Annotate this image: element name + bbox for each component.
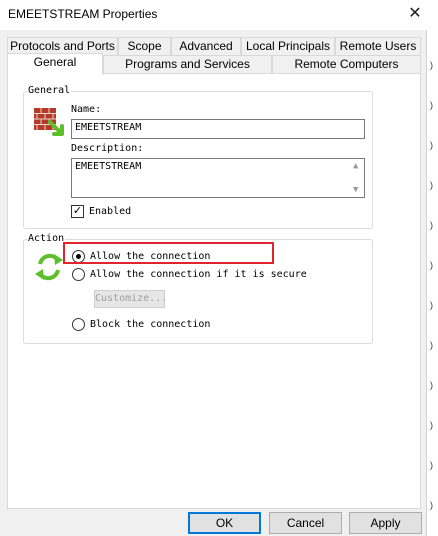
- tab-scope[interactable]: Scope: [118, 37, 171, 56]
- checkmark-icon: ✓: [72, 205, 83, 217]
- name-input[interactable]: EMEETSTREAM: [71, 119, 365, 139]
- scroll-up-icon[interactable]: ▲: [353, 161, 358, 171]
- scroll-down-icon[interactable]: ▼: [353, 185, 358, 195]
- description-label: Description:: [71, 143, 144, 154]
- allow-if-secure-radio[interactable]: [72, 268, 85, 281]
- tab-remote-users[interactable]: Remote Users: [335, 37, 421, 56]
- tab-advanced[interactable]: Advanced: [171, 37, 241, 56]
- firewall-icon: [34, 108, 64, 136]
- tab-remote-computers[interactable]: Remote Computers: [272, 55, 421, 74]
- general-legend: General: [27, 85, 72, 96]
- description-textarea[interactable]: EMEETSTREAM ▲ ▼: [71, 158, 365, 198]
- background-window-edge: ))) ))) ))) ))): [430, 60, 433, 510]
- enabled-checkbox[interactable]: ✓: [71, 205, 84, 218]
- name-label: Name:: [71, 104, 102, 115]
- refresh-arrows-icon: [35, 253, 63, 281]
- properties-dialog: EMEETSTREAM Properties ✕ Protocols and P…: [0, 0, 427, 536]
- cancel-button[interactable]: Cancel: [269, 512, 342, 534]
- tab-local-principals[interactable]: Local Principals: [241, 37, 335, 56]
- description-text: EMEETSTREAM: [75, 161, 142, 172]
- block-connection-label[interactable]: Block the connection: [90, 319, 210, 330]
- enabled-label: Enabled: [89, 206, 132, 217]
- action-legend: Action: [27, 233, 66, 244]
- annotation-highlight-box: [63, 242, 274, 264]
- title-bar: EMEETSTREAM Properties ✕: [0, 0, 427, 30]
- allow-if-secure-label[interactable]: Allow the connection if it is secure: [90, 269, 307, 280]
- tab-programs-and-services[interactable]: Programs and Services: [103, 55, 272, 74]
- tab-general[interactable]: General: [7, 53, 103, 75]
- apply-button[interactable]: Apply: [349, 512, 422, 534]
- block-connection-radio[interactable]: [72, 318, 85, 331]
- customize-button: Customize...: [94, 290, 167, 308]
- description-scrollbar[interactable]: ▲ ▼: [350, 159, 364, 197]
- ok-button[interactable]: OK: [188, 512, 261, 534]
- window-title: EMEETSTREAM Properties: [8, 7, 158, 21]
- close-icon[interactable]: ✕: [404, 3, 426, 25]
